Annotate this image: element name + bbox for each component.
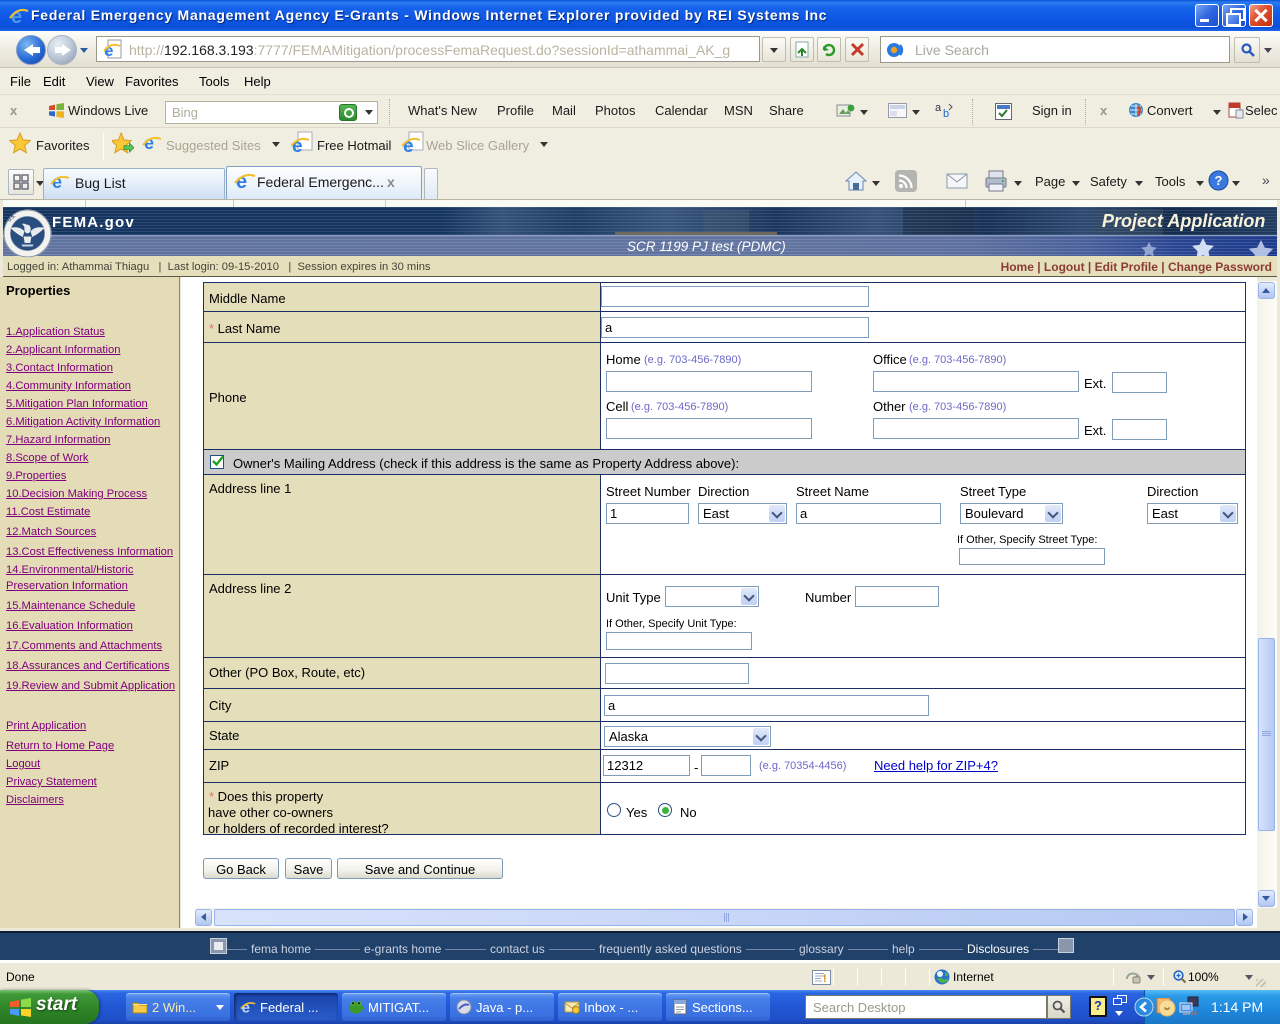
svg-text:b: b: [943, 108, 949, 120]
svg-text:a: a: [935, 102, 942, 114]
svg-text:?: ?: [1215, 173, 1223, 188]
svg-text:!: !: [823, 973, 827, 985]
